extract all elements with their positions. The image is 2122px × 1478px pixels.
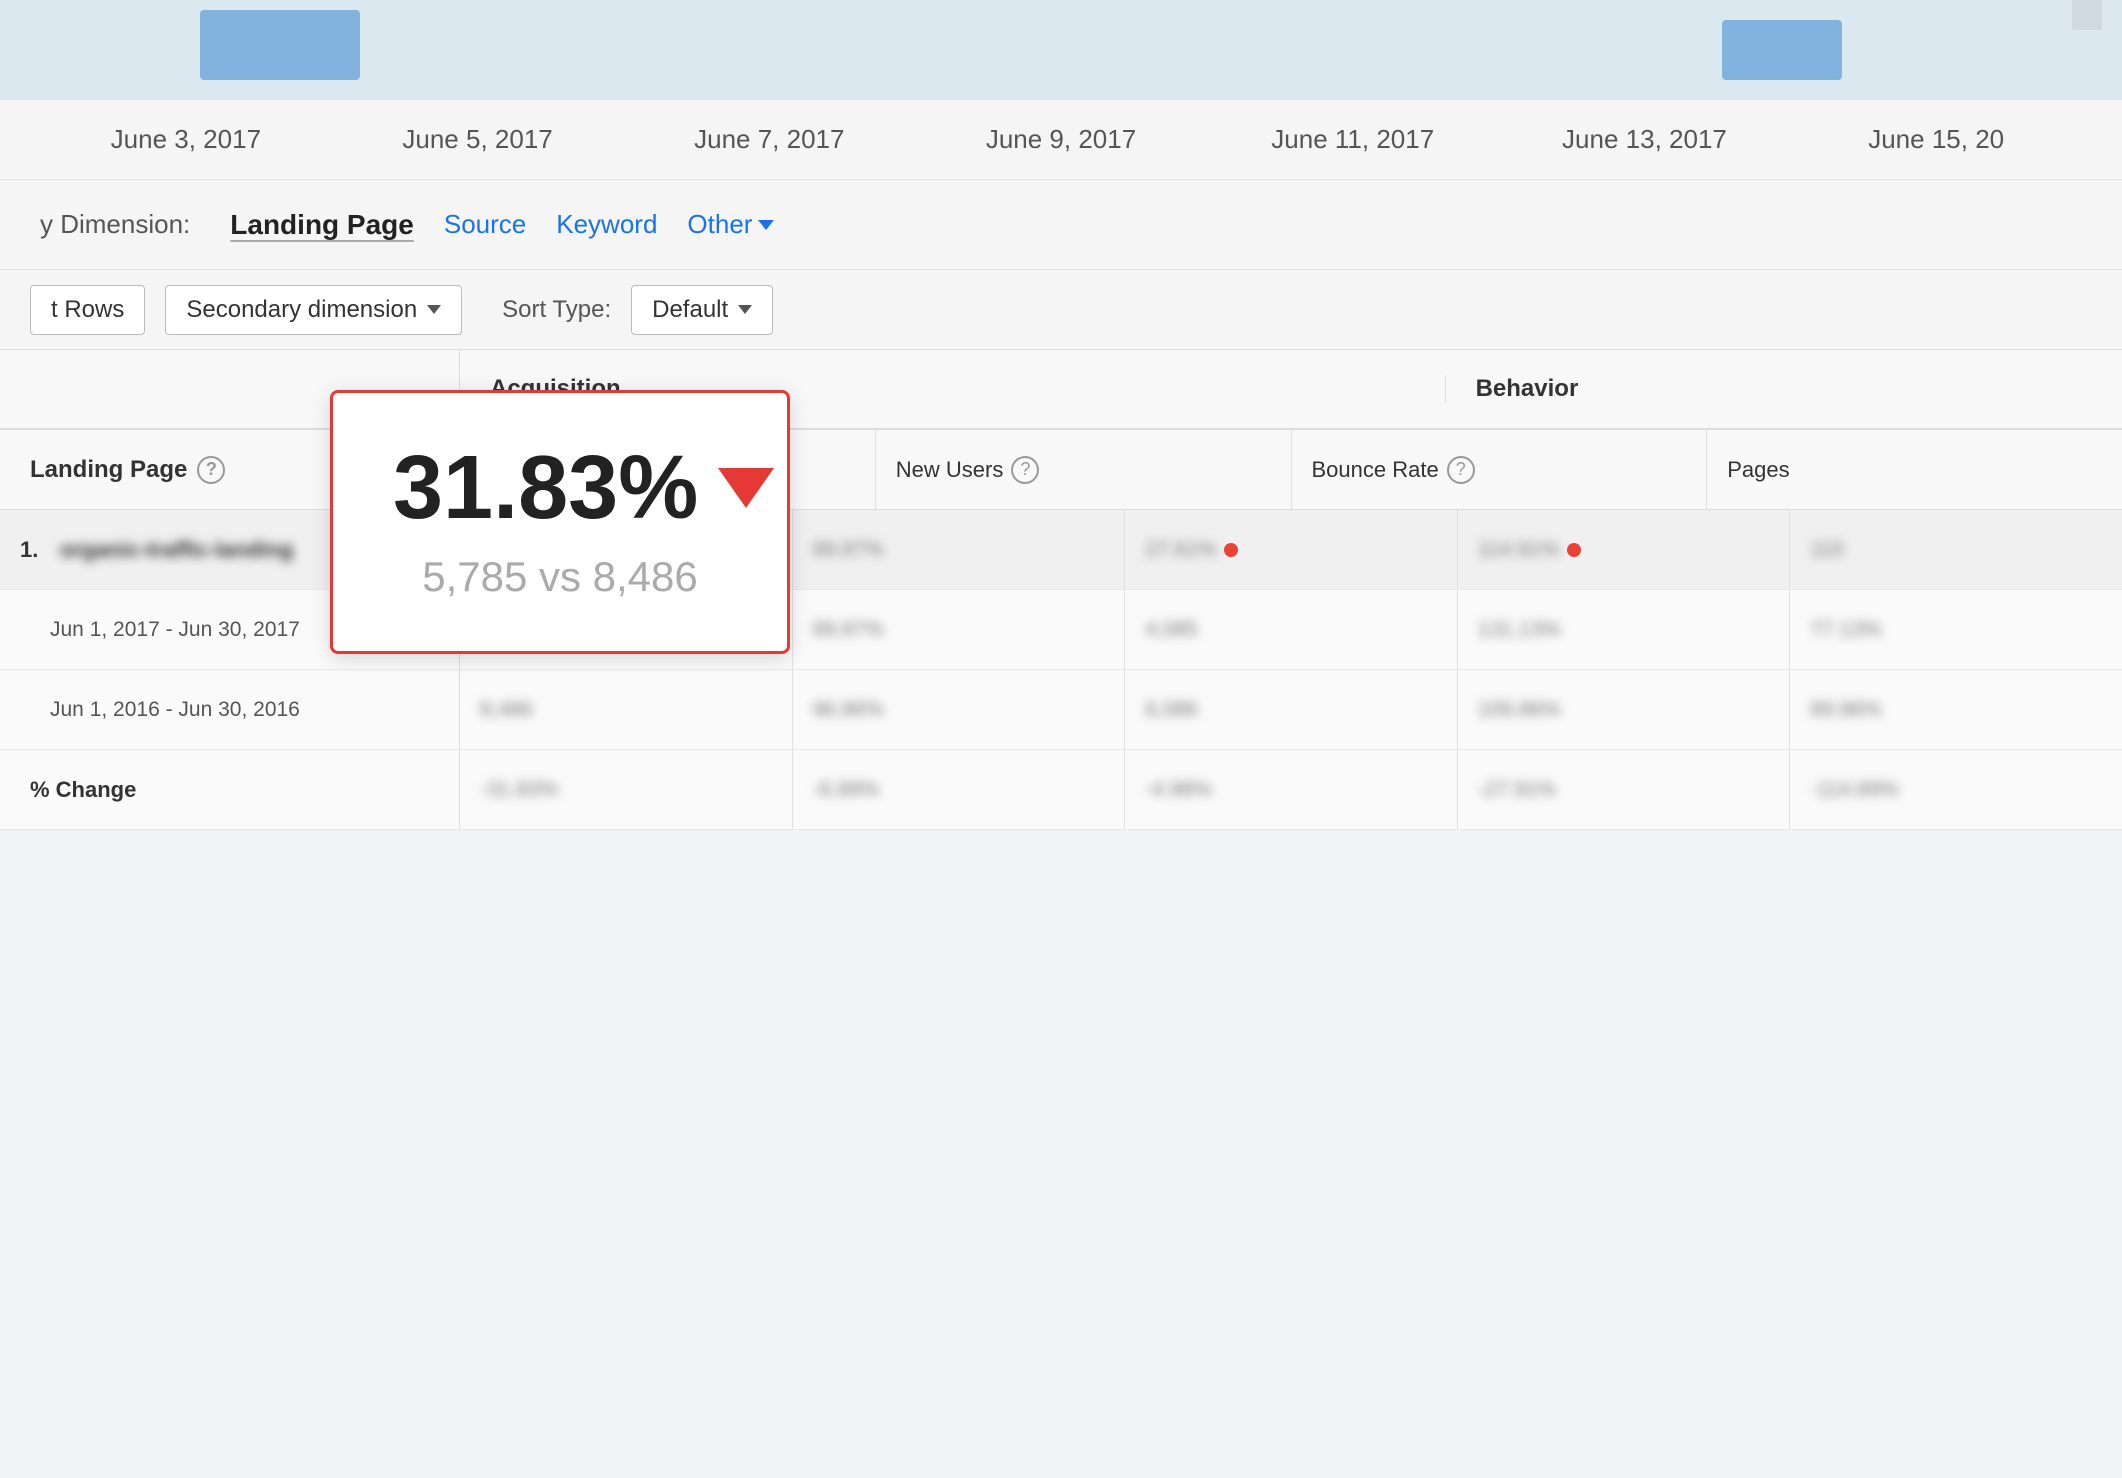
- table-row-pct-change: % Change -31.83% -6.89% -4.98% -27.91% -…: [0, 750, 2122, 830]
- date-label-1: June 3, 2017: [40, 124, 332, 155]
- date-label-2: June 5, 2017: [332, 124, 624, 155]
- row-number-1: 1.: [20, 537, 38, 563]
- chevron-down-icon: [758, 220, 774, 230]
- row-data-jun2016-2: 6,086: [1125, 670, 1458, 749]
- row-data-jun2017-4: 77.13%: [1790, 590, 2122, 669]
- sort-type-label: Sort Type:: [502, 296, 611, 324]
- date-label-4: June 9, 2017: [915, 124, 1207, 155]
- sort-default-button[interactable]: Default: [631, 285, 773, 335]
- pages-column-header: Pages: [1707, 430, 2122, 509]
- organic-pages-data: 115: [1790, 510, 2122, 589]
- row-data-jun2016-4: 89.86%: [1790, 670, 2122, 749]
- data-table: Acquisition Behavior Landing Page ? ons …: [0, 350, 2122, 830]
- rows-button[interactable]: t Rows: [30, 285, 145, 335]
- row-data-pct-2: -4.98%: [1125, 750, 1458, 829]
- organic-new-users-data: 27.61%: [1125, 510, 1458, 589]
- table-section-header-row: Acquisition Behavior: [0, 350, 2122, 430]
- row-data-jun2016-3: 109.86%: [1458, 670, 1791, 749]
- secondary-dimension-button[interactable]: Secondary dimension: [165, 285, 462, 335]
- down-arrow-icon: [718, 468, 774, 508]
- date-label-7: June 15, 20: [1790, 124, 2082, 155]
- row-data-jun2017-1: 89.87%: [793, 590, 1126, 669]
- toolbar: t Rows Secondary dimension Sort Type: De…: [0, 270, 2122, 350]
- dimension-bar: y Dimension: Landing Page Source Keyword…: [0, 180, 2122, 270]
- row-data-pct-4: -114.89%: [1790, 750, 2122, 829]
- table-subheader-row: Landing Page ? ons New Users ? Bounce Ra…: [0, 430, 2122, 510]
- table-row-jun2016: Jun 1, 2016 - Jun 30, 2016 8,486 96.86% …: [0, 670, 2122, 750]
- dimension-other-dropdown[interactable]: Other: [687, 209, 774, 240]
- new-users-column-header: New Users ?: [876, 430, 1292, 509]
- behavior-section-header: Behavior: [1446, 375, 2122, 403]
- dimension-keyword-link[interactable]: Keyword: [556, 209, 657, 240]
- date-label-6: June 13, 2017: [1499, 124, 1791, 155]
- row-data-pct-3: -27.91%: [1458, 750, 1791, 829]
- row-label-pct-change: % Change: [0, 750, 460, 829]
- table-row-jun2017: Jun 1, 2017 - Jun 30, 2017 5,185 89.87% …: [0, 590, 2122, 670]
- row-label-jun2016: Jun 1, 2016 - Jun 30, 2016: [0, 670, 460, 749]
- organic-bounce-rate-data: 114.91%: [1458, 510, 1791, 589]
- popup-percentage: 31.83%: [393, 443, 727, 533]
- date-label-5: June 11, 2017: [1207, 124, 1499, 155]
- organic-pct-data: 89.87%: [793, 510, 1126, 589]
- row-data-jun2016-1: 96.86%: [793, 670, 1126, 749]
- bounce-rate-red-dot: [1567, 543, 1581, 557]
- date-axis: June 3, 2017 June 5, 2017 June 7, 2017 J…: [0, 100, 2122, 180]
- new-users-red-dot: [1224, 543, 1238, 557]
- row-data-jun2017-2: 4,085: [1125, 590, 1458, 669]
- organic-traffic-page-path: organic-traffic-landing: [60, 537, 293, 563]
- default-arrow-icon: [738, 305, 752, 314]
- row-data-jun2016-0: 8,486: [460, 670, 793, 749]
- popup-comparison: 5,785 vs 8,486: [393, 553, 727, 601]
- date-label-3: June 7, 2017: [623, 124, 915, 155]
- row-data-pct-0: -31.83%: [460, 750, 793, 829]
- new-users-help-icon[interactable]: ?: [1011, 456, 1039, 484]
- dimension-prefix: y Dimension:: [40, 209, 190, 240]
- organic-traffic-row: 1. organic-traffic-landing 5,785 89.87% …: [0, 510, 2122, 590]
- chart-area: [0, 0, 2122, 100]
- bounce-rate-help-icon[interactable]: ?: [1447, 456, 1475, 484]
- bounce-rate-column-header: Bounce Rate ?: [1292, 430, 1708, 509]
- dimension-landing-page[interactable]: Landing Page: [230, 209, 414, 241]
- secondary-dimension-arrow-icon: [427, 305, 441, 314]
- row-data-pct-1: -6.89%: [793, 750, 1126, 829]
- row-data-jun2017-3: 131.13%: [1458, 590, 1791, 669]
- landing-page-help-icon[interactable]: ?: [197, 456, 225, 484]
- dimension-source-link[interactable]: Source: [444, 209, 526, 240]
- popup-box: 31.83% 5,785 vs 8,486: [330, 390, 790, 654]
